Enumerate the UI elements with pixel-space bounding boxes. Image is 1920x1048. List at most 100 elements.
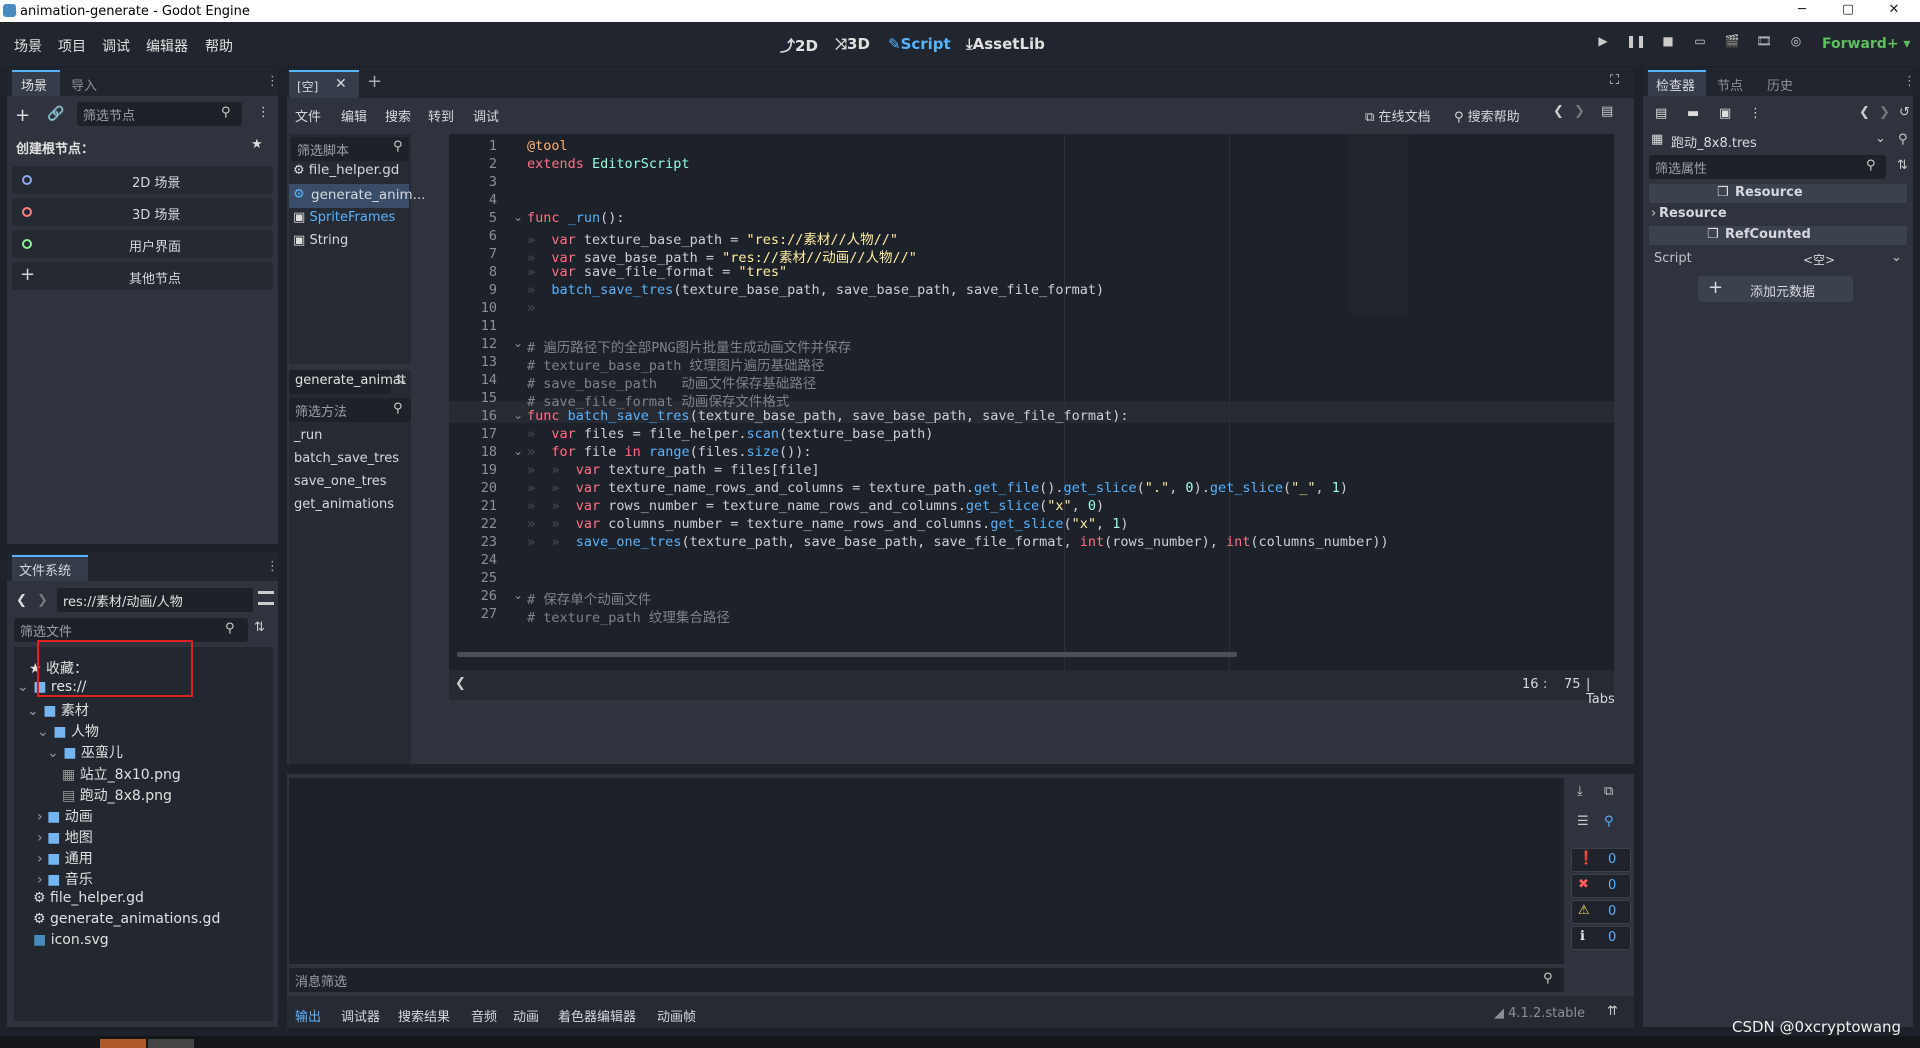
subsection-resource[interactable]: › Resource xyxy=(1649,205,1907,223)
favorite-star-icon[interactable]: ★ xyxy=(251,137,263,152)
menu-scene[interactable]: 场景 xyxy=(14,36,42,56)
tree-folder-tongyong[interactable]: › ■ 通用 xyxy=(37,848,93,868)
error-count-badge[interactable]: ✖ 0 xyxy=(1571,874,1631,898)
script-item-active[interactable]: ⚙ generate_anim... xyxy=(289,184,426,208)
filter-nodes-input[interactable]: 筛选节点 xyxy=(77,102,242,126)
pause-icon[interactable]: ❚❚ xyxy=(1625,34,1647,54)
script-menu-search[interactable]: 搜索 xyxy=(385,106,411,125)
next-script-icon[interactable]: ❯ xyxy=(1574,104,1585,119)
renderer-select[interactable]: Forward+ ▾ xyxy=(1822,36,1910,52)
search-help-button[interactable]: ⚲ 搜索帮助 xyxy=(1454,106,1520,125)
clear-output-icon[interactable]: ⤓ xyxy=(1577,784,1583,799)
bottom-tab-sprite-frames[interactable]: 动画帧 xyxy=(657,1006,696,1025)
fold-arrow-icon[interactable]: ⌄ xyxy=(513,336,523,350)
add-metadata-button[interactable]: + 添加元数据 xyxy=(1698,276,1853,302)
toggle-scripts-panel-icon[interactable]: ▤ xyxy=(1601,104,1613,119)
workspace-script-button[interactable]: ✎Script xyxy=(888,35,951,53)
doc-item[interactable]: ▣ SpriteFrames xyxy=(293,210,409,232)
next-object-icon[interactable]: ❯ xyxy=(1879,105,1890,120)
online-docs-button[interactable]: ⧉ 在线文档 xyxy=(1365,106,1430,125)
code-editor[interactable]: 1 2 3 4 5 ⌄ 6 7 8 9 10 11 12 ⌄ 13 14 15 16 ⌄ 17 18 ⌄ 19 20 21 22 2… xyxy=(449,134,1614,670)
sort-icon[interactable]: ⇅ xyxy=(254,620,265,635)
remote-debug-icon[interactable]: ▭ xyxy=(1689,34,1711,54)
scene-options-icon[interactable]: ⋮ xyxy=(257,105,270,120)
method-item[interactable]: get_animations xyxy=(294,497,394,512)
bottom-tab-search-results[interactable]: 搜索结果 xyxy=(398,1006,450,1025)
tab-node[interactable]: 节点 xyxy=(1717,75,1743,94)
root-other-node-button[interactable]: + 其他节点 xyxy=(12,262,273,290)
open-folder-icon[interactable]: ▬ xyxy=(1687,106,1699,121)
more-options-icon[interactable]: ⋮ xyxy=(1749,106,1762,121)
minimap[interactable] xyxy=(1349,134,1409,314)
object-tools-icon[interactable]: ⚲ xyxy=(1898,132,1908,147)
tab-empty-scene[interactable]: [空] ✕ xyxy=(289,70,359,98)
doc-item[interactable]: ▣ String xyxy=(293,233,409,255)
section-resource-header[interactable]: ❒ Resource xyxy=(1649,184,1907,203)
menu-debug[interactable]: 调试 xyxy=(102,36,130,56)
tree-file-zhanli[interactable]: ▦ 站立_8x10.png xyxy=(62,764,181,784)
filter-properties-input[interactable]: 筛选属性 xyxy=(1649,155,1886,179)
collapse-icon[interactable]: ❮ xyxy=(455,676,466,691)
message-count-badge[interactable]: ❗ 0 xyxy=(1571,848,1631,872)
script-menu-debug[interactable]: 调试 xyxy=(473,106,499,125)
close-window-button[interactable]: ✕ xyxy=(1872,0,1916,22)
script-item[interactable]: ⚙ file_helper.gd xyxy=(293,162,409,184)
tab-inspector[interactable]: 检查器 xyxy=(1656,75,1695,94)
tree-file-paodong[interactable]: ▤ 跑动_8x8.png xyxy=(62,785,172,805)
save-icon[interactable]: ▣ xyxy=(1719,106,1731,121)
movie-maker-icon[interactable]: ◎ xyxy=(1785,34,1807,54)
path-field[interactable]: res://素材/动画/人物 xyxy=(57,588,253,612)
forward-icon[interactable]: ❯ xyxy=(37,593,48,608)
tab-scene[interactable]: 场景 xyxy=(21,75,47,94)
filter-search-icon[interactable]: ⚲ xyxy=(1604,814,1614,829)
property-settings-icon[interactable]: ⇅ xyxy=(1897,158,1908,173)
close-tab-icon[interactable]: ✕ xyxy=(335,76,347,92)
root-3d-scene-button[interactable]: 3D 场景 xyxy=(12,198,273,226)
distraction-free-icon[interactable]: ⛶ xyxy=(1610,73,1619,88)
tree-folder-yinyue[interactable]: › ■ 音乐 xyxy=(37,869,93,889)
warning-count-badge[interactable]: ⚠ 0 xyxy=(1571,900,1631,924)
add-node-icon[interactable]: + xyxy=(15,105,30,126)
new-resource-icon[interactable]: ▤ xyxy=(1655,106,1667,121)
tree-folder-donghua[interactable]: › ■ 动画 xyxy=(37,806,93,826)
expand-panel-icon[interactable]: ⇈ xyxy=(1607,1004,1618,1019)
workspace-2d-button[interactable]: ⤴2D xyxy=(780,35,818,56)
horizontal-scrollbar[interactable] xyxy=(457,652,1237,657)
back-icon[interactable]: ❮ xyxy=(16,593,27,608)
bottom-tab-audio[interactable]: 音频 xyxy=(471,1006,497,1025)
stop-icon[interactable]: ■ xyxy=(1657,34,1679,54)
maximize-button[interactable]: ▢ xyxy=(1826,0,1870,22)
bottom-tab-output[interactable]: 输出 xyxy=(295,1006,321,1025)
menu-help[interactable]: 帮助 xyxy=(205,36,233,56)
tree-folder-sucai[interactable]: ⌄ ■ 素材 xyxy=(27,700,89,720)
tab-import[interactable]: 导入 xyxy=(71,75,97,94)
prev-script-icon[interactable]: ❮ xyxy=(1553,104,1564,119)
method-item[interactable]: _run xyxy=(294,428,322,443)
script-menu-edit[interactable]: 编辑 xyxy=(341,106,367,125)
copy-output-icon[interactable]: ⧉ xyxy=(1604,784,1613,799)
tree-file-icon-svg[interactable]: ■ icon.svg xyxy=(33,932,109,948)
tree-folder-renwu[interactable]: ⌄ ■ 人物 xyxy=(37,721,99,741)
root-ui-button[interactable]: 用户界面 xyxy=(12,230,273,258)
root-2d-scene-button[interactable]: 2D 场景 xyxy=(12,166,273,194)
tree-folder-wumaner[interactable]: ⌄ ■ 巫蛮儿 xyxy=(47,742,123,762)
play-custom-scene-icon[interactable]: 🎞 xyxy=(1753,34,1775,54)
script-property-value[interactable]: <空> ⌄ xyxy=(1763,248,1907,270)
method-item[interactable]: save_one_tres xyxy=(294,474,387,489)
fold-arrow-icon[interactable]: ⌄ xyxy=(513,588,523,602)
fold-arrow-icon[interactable]: ⌄ xyxy=(513,444,523,458)
resource-path-select[interactable]: ▦ 跑动_8x8.tres ⌄ xyxy=(1649,130,1890,152)
history-icon[interactable]: ↺ xyxy=(1899,105,1910,120)
script-menu-file[interactable]: 文件 xyxy=(295,106,321,125)
link-icon[interactable]: 🔗 xyxy=(47,106,64,122)
workspace-3d-button[interactable]: ⤨3D xyxy=(835,35,870,53)
filesystem-title[interactable]: 文件系统 xyxy=(19,560,71,579)
fold-arrow-icon[interactable]: ⌄ xyxy=(513,408,523,422)
play-icon[interactable]: ▶ xyxy=(1592,34,1614,54)
minimize-button[interactable]: ─ xyxy=(1780,0,1824,22)
tree-file-helper[interactable]: ⚙ file_helper.gd xyxy=(33,890,144,906)
editor-message-count-badge[interactable]: ℹ0 xyxy=(1571,926,1631,950)
dock-menu-icon[interactable]: ⋮ xyxy=(266,74,279,89)
filter-scripts-input[interactable]: 筛选脚本 xyxy=(291,137,409,161)
play-scene-icon[interactable]: 🎬 xyxy=(1721,34,1743,54)
